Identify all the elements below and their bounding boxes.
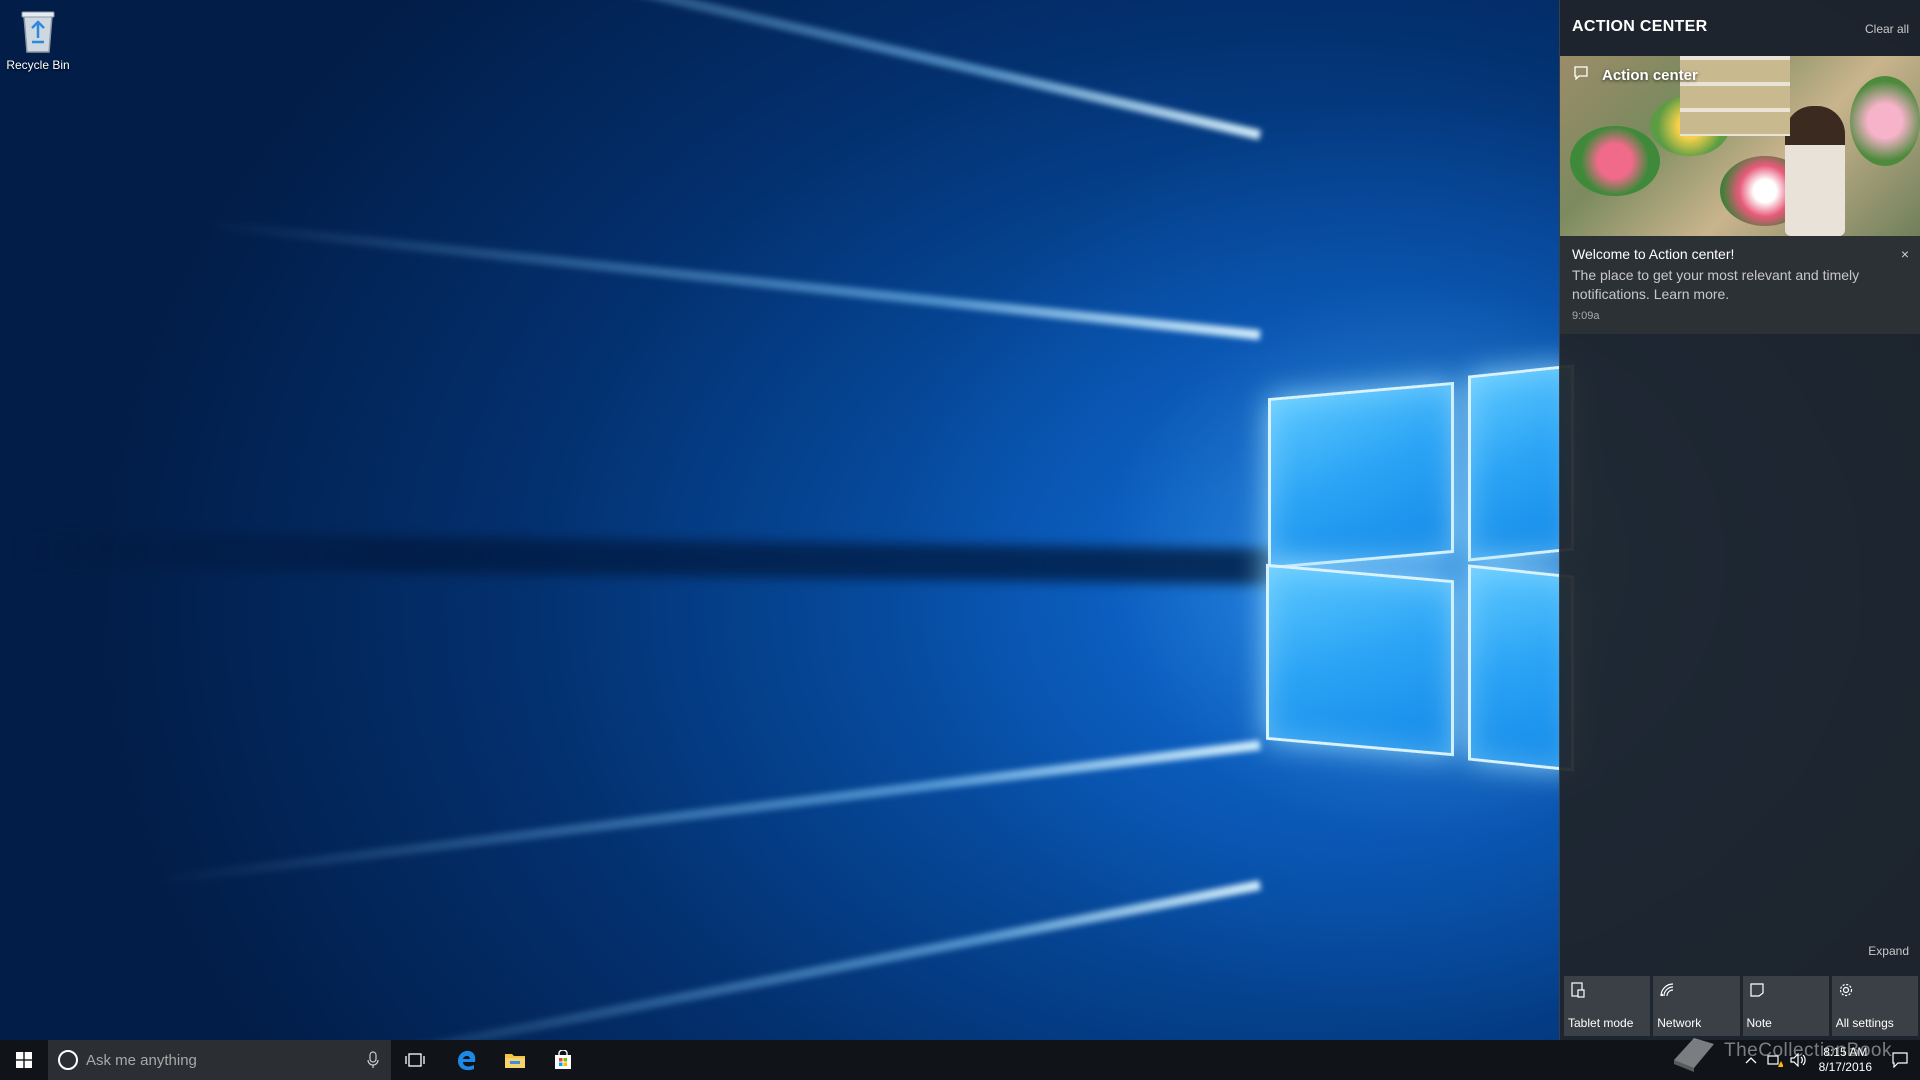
action-center-icon [1574, 66, 1588, 84]
edge-icon [458, 1050, 476, 1071]
light-beam [157, 740, 1261, 886]
recycle-bin-icon [21, 11, 55, 53]
quick-action-tablet-mode[interactable]: Tablet mode [1564, 976, 1651, 1036]
quick-action-label: Network [1657, 1016, 1702, 1030]
task-view-button[interactable] [391, 1040, 439, 1080]
book-icon [1674, 1038, 1714, 1072]
tablet-mode-icon [1570, 982, 1586, 1001]
quick-action-all-settings[interactable]: All settings [1831, 976, 1918, 1036]
start-button[interactable] [0, 1040, 48, 1080]
quick-actions: Tablet mode Network Note All settings [1564, 976, 1918, 1036]
banner-flowers [1570, 126, 1660, 196]
clear-all-button[interactable]: Clear all [1865, 22, 1909, 36]
notification-icon [1892, 1052, 1908, 1068]
expand-button[interactable]: Expand [1868, 944, 1909, 958]
taskbar: Ask me anything 8:15 AM 8/17/2016 [0, 1040, 1920, 1080]
note-icon [1749, 982, 1765, 1001]
desktop-icon-recycle-bin[interactable]: Recycle Bin [4, 8, 72, 72]
banner-person [1785, 106, 1845, 236]
network-icon [1659, 982, 1675, 1001]
search-placeholder: Ask me anything [86, 1051, 197, 1069]
folder-icon [505, 1054, 525, 1068]
windows-logo-icon [16, 1052, 32, 1068]
edge-button[interactable] [443, 1040, 491, 1080]
light-beam [323, 0, 1262, 140]
quick-action-note[interactable]: Note [1742, 976, 1829, 1036]
quick-action-label: Note [1746, 1016, 1772, 1030]
task-view-icon [405, 1053, 425, 1067]
search-box[interactable]: Ask me anything [48, 1040, 391, 1080]
quick-action-network[interactable]: Network [1653, 976, 1740, 1036]
quick-action-label: Tablet mode [1568, 1016, 1634, 1030]
banner-flowers [1850, 76, 1920, 166]
wallpaper-shadow [0, 530, 1301, 586]
notification-app-row: Action center [1574, 66, 1698, 84]
quick-action-label: All settings [1835, 1016, 1894, 1030]
notification-app-name: Action center [1602, 66, 1698, 84]
notification-title: Welcome to Action center! [1572, 246, 1735, 262]
gear-icon [1838, 982, 1854, 1001]
cortana-icon [58, 1050, 78, 1070]
logo-pane [1266, 563, 1454, 757]
desktop-icon-label: Recycle Bin [6, 58, 70, 72]
close-icon[interactable]: × [1901, 246, 1909, 262]
notification-card[interactable]: Action center Welcome to Action center! … [1560, 56, 1920, 334]
notification-body: The place to get your most relevant and … [1572, 267, 1860, 302]
watermark-text: TheCollectionBook [1724, 1040, 1892, 1061]
notification-time: 9:09a [1572, 310, 1600, 322]
action-center-panel: ACTION CENTER Clear all Action center We… [1559, 0, 1920, 1040]
store-button[interactable] [539, 1040, 587, 1080]
watermark: TheCollectionBook [1670, 1030, 1892, 1072]
file-explorer-button[interactable] [491, 1040, 539, 1080]
logo-pane [1268, 381, 1454, 570]
notification-banner-image: Action center [1560, 56, 1920, 236]
store-icon [555, 1050, 571, 1069]
action-center-title: ACTION CENTER [1572, 18, 1708, 35]
microphone-icon[interactable] [367, 1051, 379, 1073]
light-beam [205, 219, 1261, 340]
